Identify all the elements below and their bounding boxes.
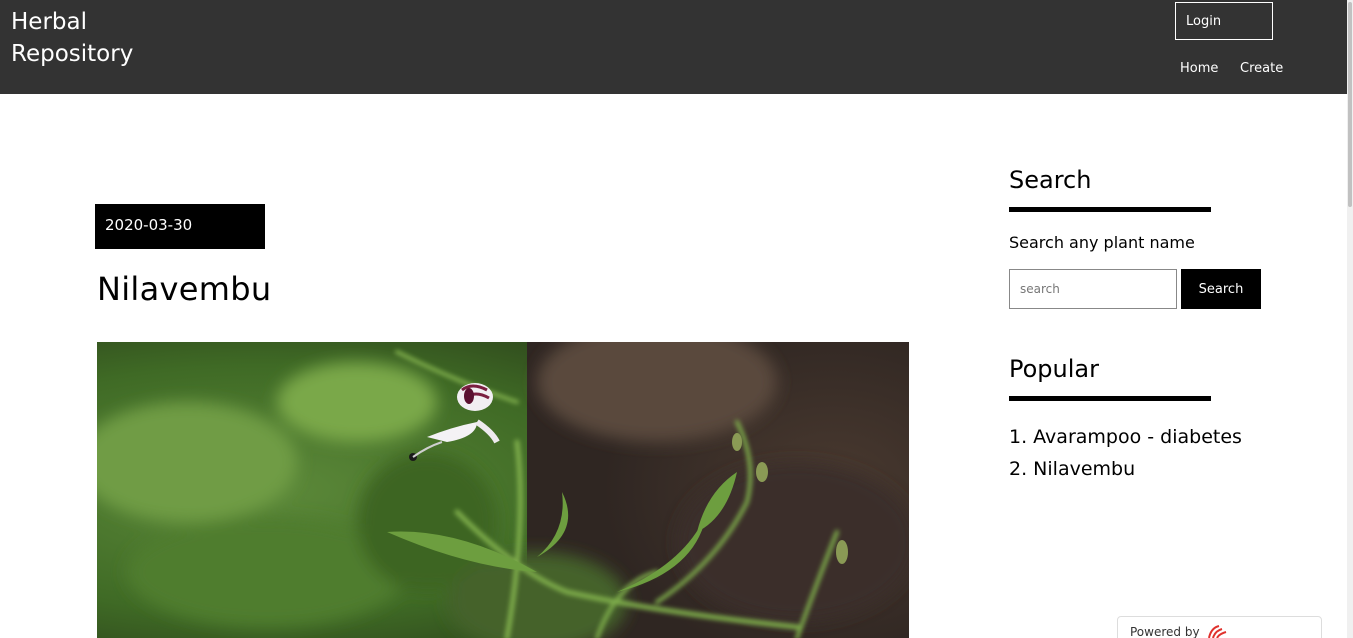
post-plant-image	[97, 342, 909, 638]
popular-list: 1. Avarampoo - diabetes 2. Nilavembu	[1009, 421, 1242, 485]
login-button[interactable]: Login	[1175, 2, 1273, 40]
sidebar-search-heading: Search	[1009, 166, 1092, 194]
popular-item[interactable]: 1. Avarampoo - diabetes	[1009, 421, 1242, 453]
nav-create-link[interactable]: Create	[1240, 61, 1283, 76]
sidebar-popular-heading: Popular	[1009, 355, 1099, 383]
post-title: Nilavembu	[97, 270, 272, 308]
page: Herbal Repository Login Home Create 2020…	[0, 0, 1353, 638]
powered-by-badge[interactable]: Powered by 000webhost	[1117, 616, 1322, 638]
site-header: Herbal Repository Login Home Create	[0, 0, 1347, 94]
search-input[interactable]	[1009, 269, 1177, 309]
popular-heading-underline	[1009, 396, 1211, 401]
post-date-badge: 2020-03-30	[95, 204, 265, 249]
scrollbar-thumb[interactable]	[1348, 2, 1352, 207]
popular-item[interactable]: 2. Nilavembu	[1009, 453, 1242, 485]
webhost-logo-icon	[1207, 624, 1229, 638]
powered-by-text: Powered by	[1130, 625, 1200, 638]
brand-line-2: Repository	[11, 41, 134, 67]
search-description: Search any plant name	[1009, 233, 1195, 252]
site-brand[interactable]: Herbal Repository	[11, 6, 171, 70]
nav-home-link[interactable]: Home	[1180, 61, 1218, 76]
page-scrollbar[interactable]	[1347, 0, 1353, 638]
search-heading-underline	[1009, 207, 1211, 212]
search-button[interactable]: Search	[1181, 269, 1261, 309]
brand-line-1: Herbal	[11, 9, 87, 35]
